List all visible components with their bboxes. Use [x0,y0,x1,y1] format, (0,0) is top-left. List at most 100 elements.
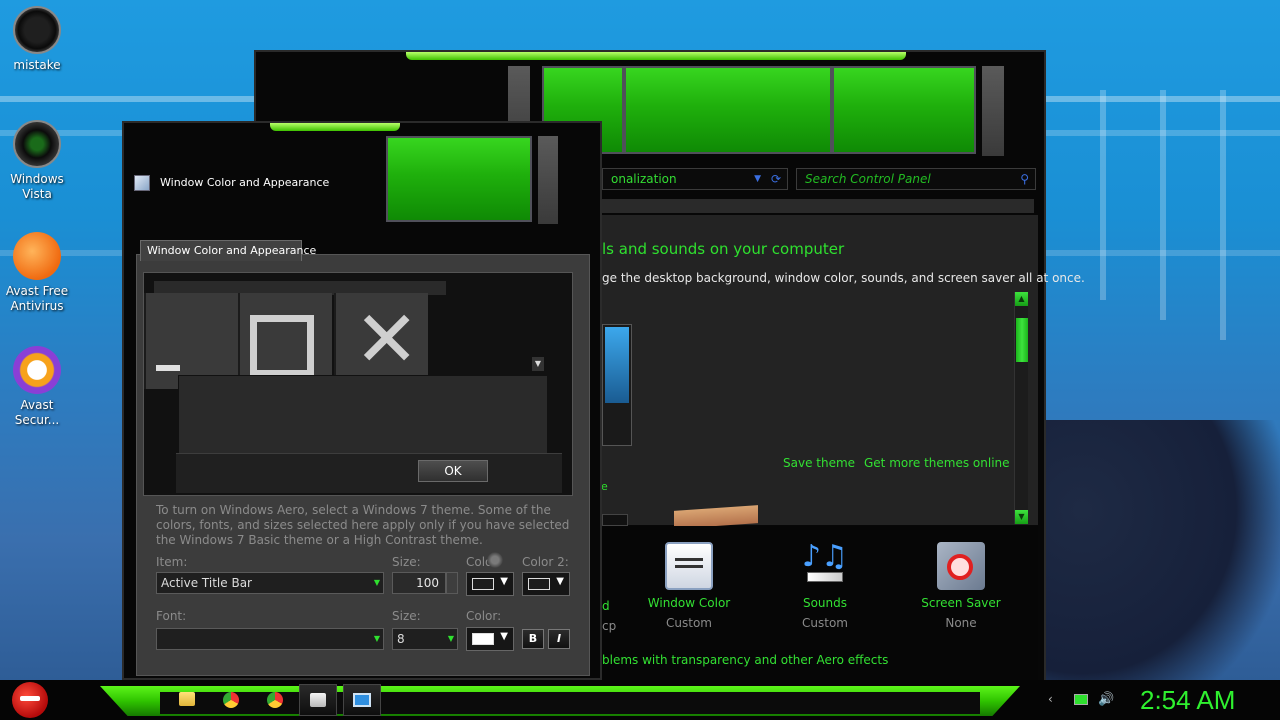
chevron-down-icon: ▼ [447,634,454,643]
sounds-title: Sounds [802,596,848,610]
font-color-label: Color: [466,609,502,623]
chevron-down-icon: ▼ [373,634,380,643]
angry-bird-icon [20,696,40,701]
clock[interactable]: 2:54 AM [1140,685,1235,716]
desktop-icon-avast-secure[interactable]: Avast Secur... [4,346,70,428]
maximize-button[interactable] [624,66,832,154]
search-icon[interactable]: ⚲ [1020,169,1029,189]
sounds-option[interactable]: ♪♫ Sounds Custom [770,542,880,631]
desktop-icon-label: Avast Free Antivirus [5,284,69,313]
desktop-icon-windows-vista[interactable]: Windows Vista [4,120,70,202]
font-label: Font: [156,609,187,623]
desktop-background-title[interactable]: d [602,599,610,613]
mistake-icon [13,6,61,54]
taskbar-chrome-alt-button[interactable] [256,684,294,716]
desktop-icon-label: Windows Vista [10,172,64,201]
screen-saver-status: None [945,616,977,630]
font-size-value: 8 [397,632,405,646]
color1-picker[interactable]: ▼ [466,572,514,596]
window-color-title-icon [134,175,150,191]
scroll-up-icon[interactable]: ▲ [1015,292,1028,306]
window-color-dialog: Window Color and Appearance Window Color… [122,121,602,680]
window-color-option[interactable]: Window Color Custom [634,542,744,630]
window-color-icon [665,542,713,590]
taskbar-chrome-button[interactable] [212,684,250,716]
search-input[interactable]: Search Control Panel ⚲ [796,168,1036,190]
close-button[interactable] [386,136,532,222]
item-select[interactable]: Active Title Bar ▼ [156,572,384,594]
tab-window-color-and-appearance[interactable]: Window Color and Appearance [140,240,316,261]
item-label: Item: [156,555,188,569]
close-button[interactable] [832,66,976,154]
theme-thumbnail-dark[interactable] [602,514,628,526]
desktop-icon-label: mistake [13,58,61,72]
color2-label: Color 2: [522,555,569,569]
color2-picker[interactable]: ▼ [522,572,570,596]
aero-note: To turn on Windows Aero, select a Window… [156,503,570,547]
size-label: Size: [392,555,421,569]
save-theme-link[interactable]: Save theme [783,456,855,470]
network-icon[interactable] [1074,692,1090,708]
search-placeholder: Search Control Panel [805,172,931,186]
folder-icon [179,692,195,706]
size-input[interactable]: 100 [392,572,446,594]
toolbar [602,199,1034,213]
address-bar[interactable]: onalization ▼ ⟳ [602,168,788,190]
preview-ok-button: OK [418,460,488,482]
italic-button[interactable]: I [548,629,570,649]
taskbar-window-color-button[interactable] [343,684,381,716]
theme-thumbnail[interactable] [602,324,632,446]
page-subheading: ge the desktop background, window color,… [602,271,1085,285]
theme-thumbnail-label: e [601,480,608,493]
desktop-background-status: cp [602,619,617,633]
font-color-picker[interactable]: ▼ [466,627,514,651]
taskbar: ‹ 🔊 2:54 AM [0,680,1280,720]
theme-panel [602,215,1038,525]
sounds-icon: ♪♫ [801,542,849,590]
appearance-preview: ✕ ▼ OK [143,272,573,496]
page-heading: ls and sounds on your computer [602,240,845,258]
font-size-select[interactable]: 8 ▼ [392,628,458,650]
chevron-down-icon[interactable]: ▼ [754,169,761,189]
preview-scroll-arrow-icon: ▼ [532,357,544,371]
recycle-bin-icon [13,120,61,168]
theme-scrollbar[interactable]: ▲ ▼ [1014,292,1028,524]
font-size-label: Size: [392,609,421,623]
window-color-status: Custom [666,616,712,630]
get-more-themes-link[interactable]: Get more themes online [864,456,1010,470]
font-select[interactable]: ▼ [156,628,384,650]
bold-button[interactable]: B [522,629,544,649]
cursor-icon [486,551,504,569]
frame-cap-right [538,136,558,224]
window-color-title: Window Color [647,596,731,610]
window-top-glow [270,123,400,131]
chrome-icon [267,692,283,708]
troubleshoot-link[interactable]: blems with transparency and other Aero e… [602,653,888,667]
refresh-icon[interactable]: ⟳ [771,169,781,189]
frame-cap-right [982,66,1004,156]
screen-saver-icon [937,542,985,590]
screen-saver-option[interactable]: Screen Saver None [906,542,1016,630]
dialog-title: Window Color and Appearance [160,176,330,189]
scroll-down-icon[interactable]: ▼ [1015,510,1028,524]
preview-message-box [178,375,548,455]
monitor-icon [353,693,371,707]
chrome-icon [223,692,239,708]
personalization-icon [310,693,326,707]
desktop-icon-mistake[interactable]: mistake [4,6,70,73]
desktop-icon-label: Avast Secur... [14,398,60,427]
avast-icon [13,232,61,280]
desktop-icon-avast-free-antivirus[interactable]: Avast Free Antivirus [4,232,70,314]
show-hidden-icons-icon[interactable]: ‹ [1048,692,1064,708]
avast-secure-browser-icon [13,346,61,394]
start-button[interactable] [12,682,48,718]
sounds-status: Custom [802,616,848,630]
address-text: onalization [611,172,677,186]
chevron-down-icon: ▼ [373,578,380,587]
scroll-thumb[interactable] [1016,318,1028,362]
taskbar-explorer-button[interactable] [168,684,206,716]
size-stepper[interactable] [446,572,458,594]
taskbar-personalization-button[interactable] [299,684,337,716]
window-top-glow [406,52,906,60]
volume-icon[interactable]: 🔊 [1098,692,1114,708]
